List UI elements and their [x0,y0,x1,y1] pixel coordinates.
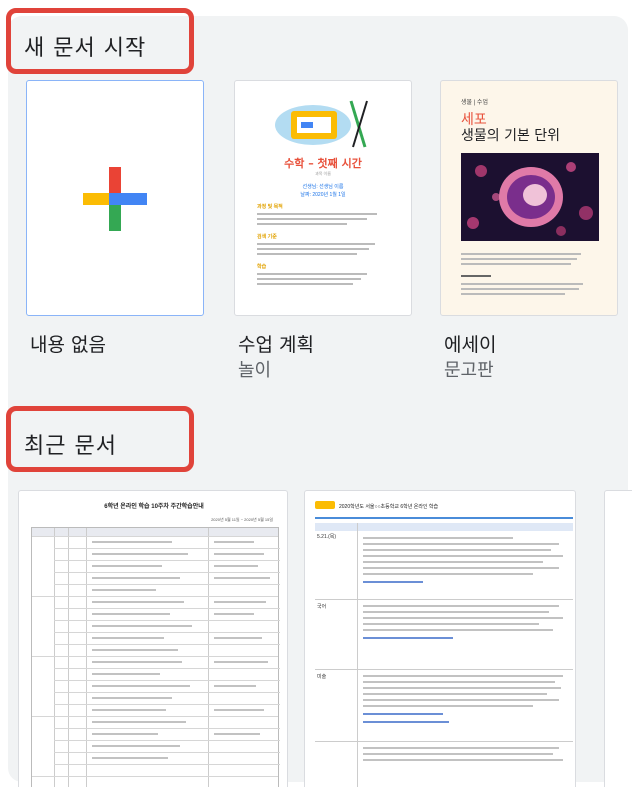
essay-preview-top: 생물 | 수업 [461,100,488,106]
recent-documents-title-highlight [6,406,194,472]
lesson-plan-preview-heading-1: 과정 및 목적 [257,204,283,210]
lesson-plan-preview-heading-3: 학습 [257,264,267,270]
lesson-plan-preview-title: 수학 – 첫째 시간 [284,157,362,170]
template-lesson-plan-sub: 놀이 [238,360,272,381]
recent-document-2-row-1: 5.21.(목) [317,534,337,540]
template-blank[interactable] [26,80,204,316]
new-document-title-highlight [6,8,194,74]
recent-document-1-date: 2020년 5월 11일 ~ 2020년 5월 15일 [211,517,273,522]
template-lesson-plan[interactable]: 수학 – 첫째 시간 과목 이름 선생님: 선생님 이름 날짜: 2020년 1… [234,80,412,316]
recent-document-1-header: 6학년 온라인 학습 10주차 주간학습안내 [29,501,279,510]
recent-document-1[interactable]: 6학년 온라인 학습 10주차 주간학습안내 2020년 5월 11일 ~ 20… [18,490,288,787]
template-essay[interactable]: 생물 | 수업 세포 생물의 기본 단위 [440,80,618,316]
recent-document-2-row-3: 미술 [317,674,327,680]
template-blank-label: 내용 없음 [30,334,106,356]
lesson-plan-preview-meta-1: 선생님: 선생님 이름 [302,184,344,190]
template-essay-sub: 문고판 [444,360,494,381]
template-essay-label: 에세이 [444,334,497,356]
recent-document-2[interactable]: 2020학년도 서울○○초등학교 6학년 온라인 학습 5.21.(목) 국어 … [304,490,576,787]
lesson-plan-preview-subtitle: 과목 이름 [315,171,331,176]
cell-image [461,153,599,241]
lesson-plan-preview-meta-2: 날짜: 2020년 1월 1일 [300,192,346,198]
lesson-plan-preview-heading-2: 검색 기준 [257,234,277,240]
recent-document-3[interactable] [604,490,632,787]
recent-document-2-row-2: 국어 [317,604,327,610]
template-lesson-plan-label: 수업 계획 [238,334,314,356]
recent-document-2-header: 2020학년도 서울○○초등학교 6학년 온라인 학습 [339,504,439,510]
lesson-plan-illustration [275,100,368,148]
essay-preview-title: 생물의 기본 단위 [461,128,561,144]
plus-icon [83,167,147,231]
